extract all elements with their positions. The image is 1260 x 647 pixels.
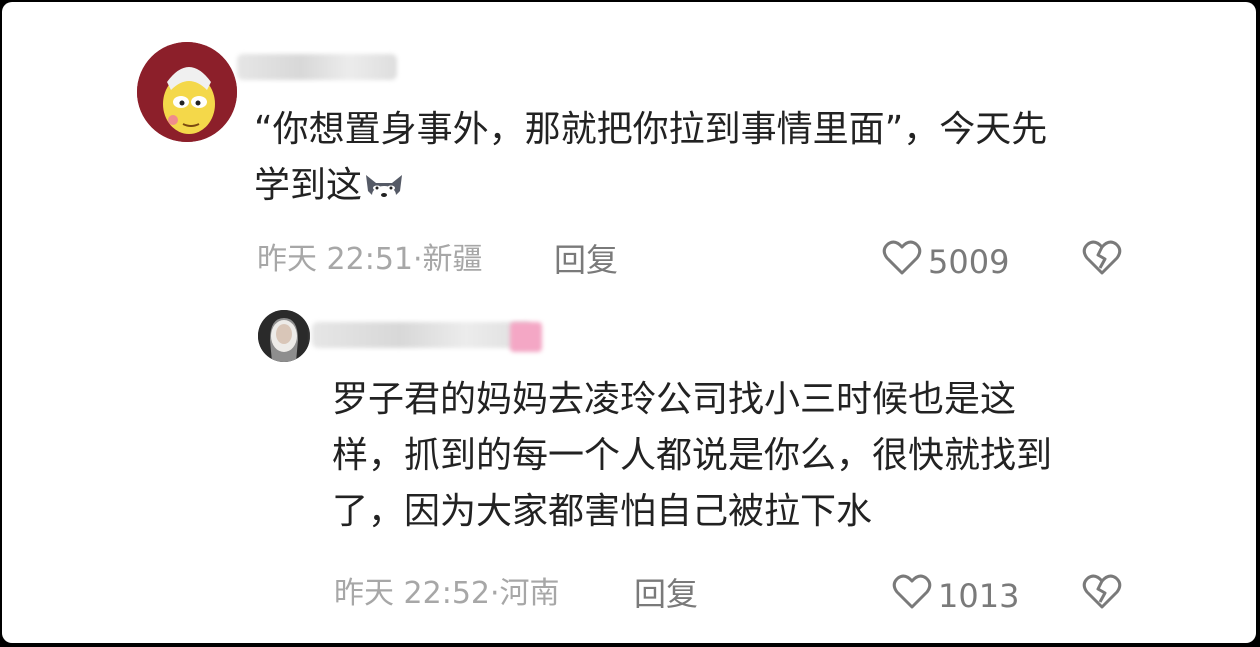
comment-location: 河南 [499,576,560,611]
like-button[interactable]: 1013 [892,574,1019,617]
comment-thread-panel: “你想置身事外，那就把你拉到事情里面”，今天先 学到这 昨天 22:51·新疆 … [2,2,1256,643]
reply-button[interactable]: 回复 [634,576,698,612]
dislike-button[interactable] [1082,240,1122,280]
user-badge-blurred [510,322,542,352]
heart-outline-icon [892,574,932,617]
comment-meta: 昨天 22:52·河南 [334,576,560,611]
comment-text-line: “你想置身事外，那就把你拉到事情里面”，今天先 [254,109,1048,150]
comment-location: 新疆 [422,242,483,277]
dislike-button[interactable] [1082,574,1122,614]
comment-time: 昨天 22:51 [257,242,413,277]
comment-meta: 昨天 22:51·新疆 [257,242,483,277]
husky-emoji-icon [362,168,406,206]
user-photo-avatar-icon[interactable] [258,310,310,362]
comment-text-line: 样，抓到的每一个人都说是你么，很快就找到 [332,435,1053,476]
heart-outline-icon [882,240,922,283]
comment-text: 罗子君的妈妈去凌玲公司找小三时候也是这 样，抓到的每一个人都说是你么，很快就找到… [332,372,1132,540]
like-button[interactable]: 5009 [882,240,1009,283]
comment-text-line: 罗子君的妈妈去凌玲公司找小三时候也是这 [332,379,1017,420]
username-blurred[interactable] [237,54,397,80]
comment-text: “你想置身事外，那就把你拉到事情里面”，今天先 学到这 [254,102,1134,214]
cartoon-avatar-icon[interactable] [137,42,237,142]
broken-heart-icon [1082,574,1122,614]
comment-text-line: 学到这 [254,165,363,206]
reply-button[interactable]: 回复 [554,242,618,278]
username-blurred[interactable] [312,322,532,348]
like-count: 5009 [928,242,1010,281]
comment-text-line: 了，因为大家都害怕自己被拉下水 [332,491,873,532]
like-count: 1013 [938,576,1020,615]
comment-time: 昨天 22:52 [334,576,490,611]
broken-heart-icon [1082,240,1122,280]
